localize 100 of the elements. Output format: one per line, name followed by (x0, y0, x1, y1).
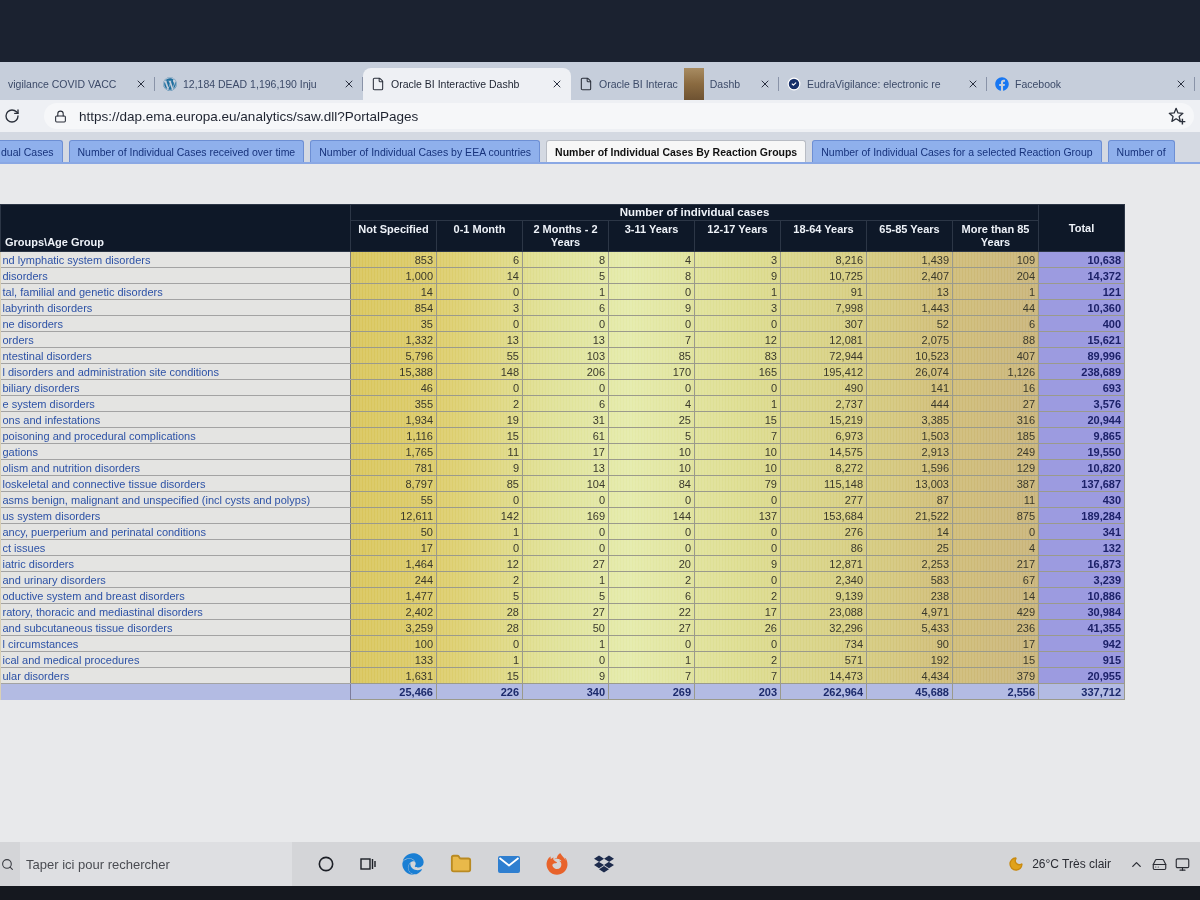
table-cell: 2,402 (350, 603, 437, 620)
table-cell: 7 (608, 331, 695, 348)
close-icon[interactable] (1175, 78, 1187, 90)
close-icon[interactable] (551, 78, 563, 90)
dashboard-tab[interactable]: Number of Individual Cases by EEA countries (310, 140, 541, 162)
dashboard-tab[interactable]: Number of Individual Cases for a selected Reaction Group (812, 140, 1102, 162)
address-field[interactable]: https://dap.ema.europa.eu/analytics/saw.dll?PortalPages (44, 103, 1194, 129)
dashboard-tab[interactable]: Number of Individual Cases received over time (68, 140, 305, 162)
favorite-add-icon[interactable] (1168, 107, 1186, 125)
table-cell: 14 (952, 587, 1039, 604)
drive-icon[interactable] (1152, 856, 1167, 872)
browser-tab[interactable]: 12,184 DEAD 1,196,190 Inju (155, 68, 363, 100)
table-cell: 22 (608, 603, 695, 620)
edge-icon[interactable] (402, 853, 424, 875)
table-cell: 10,523 (866, 347, 953, 364)
table-cell: 28 (436, 603, 523, 620)
table-cell: 13 (866, 283, 953, 300)
table-cell: 379 (952, 667, 1039, 684)
dashboard-tab[interactable]: Number of Individual Cases By Reaction Groups (546, 140, 807, 162)
table-cell: 0 (522, 539, 609, 556)
table-cell: 27 (522, 555, 609, 572)
close-icon[interactable] (343, 78, 355, 90)
table-cell: 1 (436, 523, 523, 540)
table-cell: 52 (866, 315, 953, 332)
dashboard-tab[interactable]: Number of (1107, 140, 1175, 162)
table-cell: 0 (522, 651, 609, 668)
table-cell: 1,631 (350, 667, 437, 684)
table-cell: 27 (522, 603, 609, 620)
task-view-icon[interactable] (360, 856, 376, 872)
column-group-header: Number of individual cases (350, 204, 1039, 221)
table-cell: 6 (436, 251, 523, 268)
table-cell: 0 (608, 379, 695, 396)
table-cell: 0 (522, 315, 609, 332)
table-cell: 13 (522, 459, 609, 476)
table-cell: 7 (608, 667, 695, 684)
table-cell: 3,259 (350, 619, 437, 636)
moon-icon (1008, 856, 1025, 872)
table-cell: 1 (522, 635, 609, 652)
browser-tab[interactable]: Oracle BI Interac Dashb (571, 68, 779, 100)
table-cell: 8 (608, 267, 695, 284)
table-cell: 192 (866, 651, 953, 668)
table-cell: 249 (952, 443, 1039, 460)
browser-tab[interactable]: vigilance COVID VACC (0, 68, 155, 100)
table-cell: 129 (952, 459, 1039, 476)
table-cell: 12 (436, 555, 523, 572)
table-cell: 144 (608, 507, 695, 524)
column-header: More than 85 Years (952, 220, 1039, 252)
column-header: Total (1038, 204, 1125, 252)
table-cell: 44 (952, 299, 1039, 316)
table-cell: 17 (694, 603, 781, 620)
page-icon (579, 77, 593, 91)
table-cell: 407 (952, 347, 1039, 364)
table-cell: 2,407 (866, 267, 953, 284)
table-cell: 854 (350, 299, 437, 316)
table-cell: 21,522 (866, 507, 953, 524)
table-cell: 6,973 (780, 427, 867, 444)
refresh-icon[interactable] (4, 108, 20, 124)
table-cell: 133 (350, 651, 437, 668)
monitor-icon[interactable] (1175, 856, 1190, 872)
facebook-icon (995, 77, 1009, 91)
browser-tab[interactable]: EudraVigilance: electronic re (779, 68, 987, 100)
table-cell: 853 (350, 251, 437, 268)
dashboard-tab[interactable]: dual Cases (0, 140, 63, 162)
circle-icon[interactable] (318, 856, 334, 872)
table-cell: 165 (694, 363, 781, 380)
table-cell: 10 (608, 443, 695, 460)
close-icon[interactable] (967, 78, 979, 90)
table-cell: 3 (436, 299, 523, 316)
table-cell: 8,797 (350, 475, 437, 492)
table-cell: 490 (780, 379, 867, 396)
table-cell: 0 (608, 539, 695, 556)
table-cell: 0 (694, 635, 781, 652)
table-cell: 15 (436, 427, 523, 444)
table-cell: 3 (694, 251, 781, 268)
table-cell: 7 (694, 427, 781, 444)
table-cell: 0 (522, 379, 609, 396)
column-header: 3-11 Years (608, 220, 695, 252)
row-header: Groups\Age Group (0, 204, 351, 252)
browser-tab[interactable]: Oracle BI Interactive Dashb (363, 68, 571, 100)
table-cell: 13,003 (866, 475, 953, 492)
table-cell: 85 (436, 475, 523, 492)
table-cell: 14 (866, 523, 953, 540)
table-cell: 11 (436, 443, 523, 460)
table-cell: 4,971 (866, 603, 953, 620)
close-icon[interactable] (135, 78, 147, 90)
table-cell: 1 (436, 651, 523, 668)
table-cell: 387 (952, 475, 1039, 492)
search-field[interactable]: Taper ici pour rechercher (20, 842, 292, 886)
column-header: 0-1 Month (436, 220, 523, 252)
table-cell: 153,684 (780, 507, 867, 524)
dropbox-icon[interactable] (594, 854, 614, 874)
table-cell: 7 (694, 667, 781, 684)
table-cell: 6 (522, 395, 609, 412)
browser-tab[interactable]: Facebook (987, 68, 1195, 100)
table-cell: 1,765 (350, 443, 437, 460)
mail-icon[interactable] (498, 855, 520, 873)
table-cell: 83 (694, 347, 781, 364)
table-cell: 1,439 (866, 251, 953, 268)
weather-widget[interactable]: 26°C Très clair (1008, 856, 1111, 872)
close-icon[interactable] (759, 78, 771, 90)
